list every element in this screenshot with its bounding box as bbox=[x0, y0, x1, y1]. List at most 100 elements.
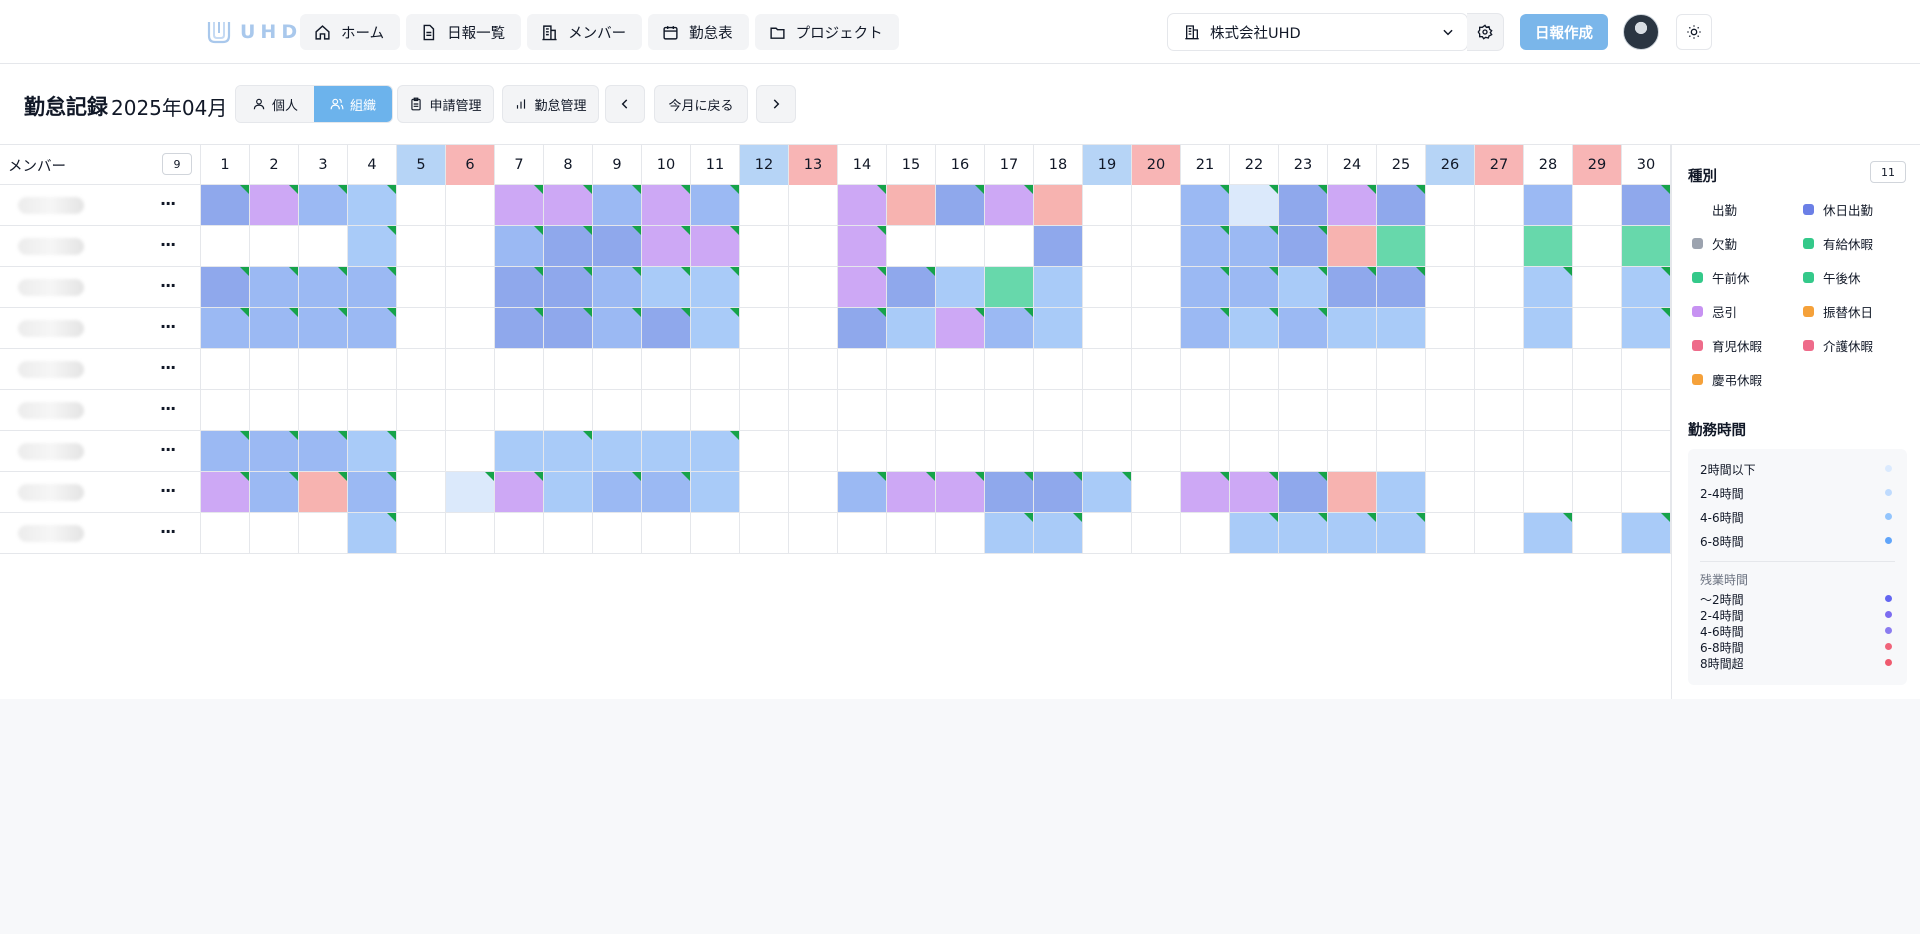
attendance-cell[interactable] bbox=[544, 472, 593, 513]
attendance-cell[interactable] bbox=[1475, 267, 1524, 308]
attendance-cell[interactable] bbox=[1132, 513, 1181, 554]
nav-reports[interactable]: 日報一覧 bbox=[406, 14, 522, 50]
attendance-cell[interactable] bbox=[397, 431, 446, 472]
attendance-cell[interactable] bbox=[740, 185, 789, 226]
attendance-cell[interactable] bbox=[544, 513, 593, 554]
attendance-cell[interactable] bbox=[446, 390, 495, 431]
attendance-cell[interactable] bbox=[250, 308, 299, 349]
attendance-cell[interactable] bbox=[348, 472, 397, 513]
attendance-cell[interactable] bbox=[1377, 226, 1426, 267]
attendance-cell[interactable] bbox=[446, 431, 495, 472]
attendance-cell[interactable] bbox=[1034, 349, 1083, 390]
attendance-cell[interactable] bbox=[1475, 226, 1524, 267]
attendance-cell[interactable] bbox=[397, 390, 446, 431]
attendance-cell[interactable] bbox=[1181, 431, 1230, 472]
attendance-cell[interactable] bbox=[740, 472, 789, 513]
attendance-cell[interactable] bbox=[1328, 226, 1377, 267]
attendance-cell[interactable] bbox=[642, 513, 691, 554]
attendance-cell[interactable] bbox=[1524, 267, 1573, 308]
attendance-cell[interactable] bbox=[838, 472, 887, 513]
attendance-cell[interactable] bbox=[789, 390, 838, 431]
attendance-cell[interactable] bbox=[593, 267, 642, 308]
attendance-cell[interactable] bbox=[544, 267, 593, 308]
attendance-cell[interactable] bbox=[201, 185, 250, 226]
attendance-cell[interactable] bbox=[1426, 431, 1475, 472]
attendance-cell[interactable] bbox=[1426, 349, 1475, 390]
attendance-cell[interactable] bbox=[1083, 349, 1132, 390]
attendance-cell[interactable] bbox=[593, 308, 642, 349]
attendance-cell[interactable] bbox=[1083, 185, 1132, 226]
attendance-cell[interactable] bbox=[1279, 431, 1328, 472]
attendance-cell[interactable] bbox=[691, 431, 740, 472]
attendance-cell[interactable] bbox=[1377, 390, 1426, 431]
attendance-cell[interactable] bbox=[495, 226, 544, 267]
attendance-cell[interactable] bbox=[397, 226, 446, 267]
attendance-cell[interactable] bbox=[1377, 308, 1426, 349]
member-menu-button[interactable]: ··· bbox=[160, 358, 176, 377]
attendance-cell[interactable] bbox=[250, 185, 299, 226]
attendance-cell[interactable] bbox=[1132, 267, 1181, 308]
attendance-cell[interactable] bbox=[544, 349, 593, 390]
attendance-cell[interactable] bbox=[348, 185, 397, 226]
attendance-cell[interactable] bbox=[299, 349, 348, 390]
attendance-cell[interactable] bbox=[1622, 472, 1671, 513]
attendance-cell[interactable] bbox=[789, 431, 838, 472]
attendance-cell[interactable] bbox=[299, 267, 348, 308]
attendance-cell[interactable] bbox=[1622, 226, 1671, 267]
attendance-cell[interactable] bbox=[1622, 390, 1671, 431]
attendance-cell[interactable] bbox=[299, 308, 348, 349]
attendance-cell[interactable] bbox=[1524, 390, 1573, 431]
attendance-cell[interactable] bbox=[544, 185, 593, 226]
attendance-cell[interactable] bbox=[1181, 267, 1230, 308]
attendance-cell[interactable] bbox=[1230, 308, 1279, 349]
create-report-button[interactable]: 日報作成 bbox=[1520, 14, 1608, 50]
attendance-cell[interactable] bbox=[1573, 349, 1622, 390]
attendance-cell[interactable] bbox=[936, 390, 985, 431]
attendance-cell[interactable] bbox=[348, 390, 397, 431]
attendance-cell[interactable] bbox=[789, 226, 838, 267]
next-month-button[interactable] bbox=[756, 85, 796, 123]
attendance-cell[interactable] bbox=[1524, 185, 1573, 226]
attendance-cell[interactable] bbox=[544, 390, 593, 431]
attendance-cell[interactable] bbox=[1083, 431, 1132, 472]
attendance-cell[interactable] bbox=[1426, 185, 1475, 226]
attendance-cell[interactable] bbox=[985, 267, 1034, 308]
attendance-cell[interactable] bbox=[397, 349, 446, 390]
attendance-cell[interactable] bbox=[1573, 267, 1622, 308]
attendance-cell[interactable] bbox=[838, 226, 887, 267]
attendance-cell[interactable] bbox=[1524, 513, 1573, 554]
attendance-cell[interactable] bbox=[1034, 390, 1083, 431]
current-month-button[interactable]: 今月に戻る bbox=[654, 85, 748, 123]
attendance-cell[interactable] bbox=[1230, 390, 1279, 431]
theme-toggle-button[interactable] bbox=[1676, 14, 1712, 50]
nav-projects[interactable]: プロジェクト bbox=[754, 14, 899, 50]
attendance-cell[interactable] bbox=[250, 431, 299, 472]
attendance-cell[interactable] bbox=[936, 308, 985, 349]
attendance-cell[interactable] bbox=[201, 308, 250, 349]
attendance-cell[interactable] bbox=[544, 226, 593, 267]
attendance-cell[interactable] bbox=[495, 472, 544, 513]
attendance-cell[interactable] bbox=[1377, 431, 1426, 472]
attendance-cell[interactable] bbox=[936, 349, 985, 390]
attendance-cell[interactable] bbox=[887, 185, 936, 226]
attendance-cell[interactable] bbox=[789, 185, 838, 226]
attendance-cell[interactable] bbox=[1279, 513, 1328, 554]
attendance-cell[interactable] bbox=[642, 349, 691, 390]
attendance-cell[interactable] bbox=[740, 226, 789, 267]
attendance-cell[interactable] bbox=[397, 308, 446, 349]
attendance-cell[interactable] bbox=[1475, 390, 1524, 431]
attendance-cell[interactable] bbox=[348, 349, 397, 390]
attendance-cell[interactable] bbox=[446, 185, 495, 226]
attendance-cell[interactable] bbox=[985, 472, 1034, 513]
attendance-cell[interactable] bbox=[446, 308, 495, 349]
attendance-cell[interactable] bbox=[1034, 267, 1083, 308]
attendance-cell[interactable] bbox=[250, 472, 299, 513]
attendance-cell[interactable] bbox=[740, 513, 789, 554]
attendance-cell[interactable] bbox=[1573, 472, 1622, 513]
attendance-cell[interactable] bbox=[1230, 513, 1279, 554]
attendance-cell[interactable] bbox=[593, 431, 642, 472]
attendance-cell[interactable] bbox=[1083, 267, 1132, 308]
attendance-cell[interactable] bbox=[1181, 472, 1230, 513]
attendance-cell[interactable] bbox=[985, 431, 1034, 472]
attendance-cell[interactable] bbox=[1524, 431, 1573, 472]
